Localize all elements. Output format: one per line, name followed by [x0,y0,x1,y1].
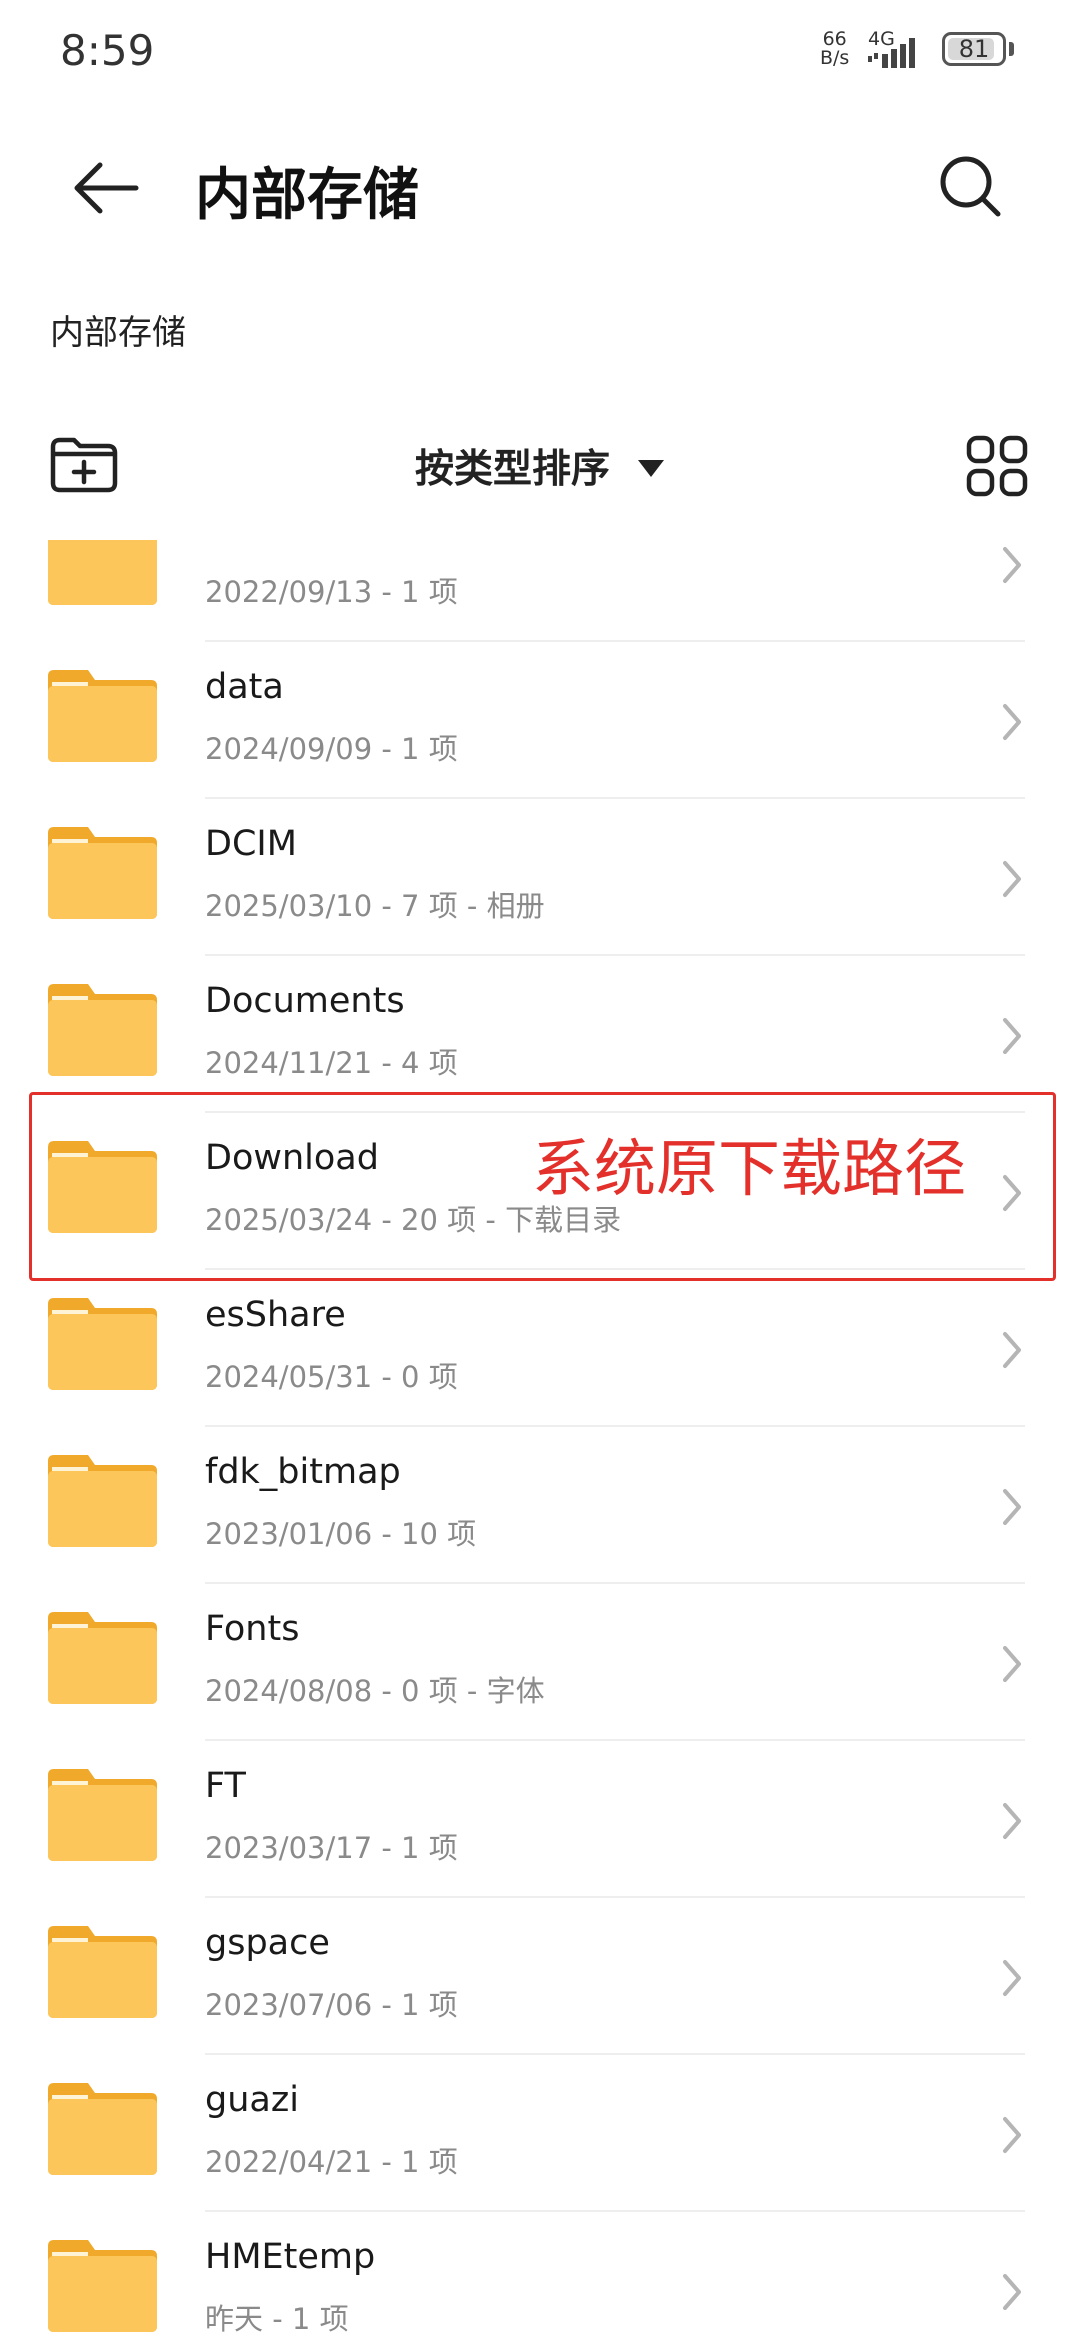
folder-item[interactable]: esShare 2024/05/31 - 0 项 [0,1270,1080,1427]
folder-name: Documents [205,981,405,1021]
status-time: 8:59 [60,26,155,75]
search-icon[interactable] [936,152,1006,222]
folder-icon [48,1612,157,1704]
network-speed: 66 B/s [820,30,849,68]
folder-icon [48,2083,157,2175]
chevron-right-icon [1000,1644,1024,1688]
folder-icon [48,1298,157,1390]
folder-item[interactable]: Fonts 2024/08/08 - 0 项 - 字体 [0,1584,1080,1741]
chevron-right-icon [1000,1801,1024,1845]
folder-meta: 2024/11/21 - 4 项 [205,1046,458,1080]
folder-meta: 2024/05/31 - 0 项 [205,1360,458,1394]
folder-meta: 2023/03/17 - 1 项 [205,1831,458,1865]
signal-icon [868,38,915,68]
folder-item[interactable]: data 2024/09/09 - 1 项 [0,642,1080,799]
annotation-label: 系统原下载路径 [532,1132,967,1205]
folder-item[interactable]: fdk_bitmap 2023/01/06 - 10 项 [0,1427,1080,1584]
sort-dropdown-icon[interactable] [638,460,664,477]
folder-meta: 2022/09/13 - 1 项 [205,575,458,609]
folder-meta: 2025/03/10 - 7 项 - 相册 [205,889,545,923]
folder-name: FT [205,1766,246,1806]
battery-icon: 81 [942,32,1006,66]
folder-meta: 2024/08/08 - 0 项 - 字体 [205,1674,545,1708]
folder-icon [48,1769,157,1861]
folder-item[interactable]: FT 2023/03/17 - 1 项 [0,1741,1080,1898]
new-folder-icon[interactable] [48,435,120,495]
page-title: 内部存储 [195,163,419,228]
back-arrow-icon[interactable] [72,158,142,218]
chevron-right-icon [1000,1487,1024,1531]
folder-icon [48,1455,157,1547]
folder-name: data [205,667,284,707]
folder-name: Fonts [205,1609,300,1649]
breadcrumb[interactable]: 内部存储 [50,305,186,354]
folder-item[interactable]: guazi 2022/04/21 - 1 项 [0,2055,1080,2212]
folder-name: gspace [205,1923,330,1963]
folder-name: fdk_bitmap [205,1452,401,1492]
folder-icon [48,2240,157,2332]
chevron-right-icon [1000,1330,1024,1374]
folder-item[interactable]: Documents 2024/11/21 - 4 项 [0,956,1080,1113]
folder-item[interactable]: DCIM 2025/03/10 - 7 项 - 相册 [0,799,1080,956]
folder-meta: 2024/09/09 - 1 项 [205,732,458,766]
chevron-right-icon [1000,545,1024,589]
grid-view-icon[interactable] [966,435,1028,497]
folder-list: 2022/09/13 - 1 项 data 2024/09/09 - 1 项 DCIM… [0,540,1080,2340]
folder-name: esShare [205,1295,346,1335]
chevron-right-icon [1000,2115,1024,2159]
folder-icon [48,1926,157,2018]
folder-icon [48,827,157,919]
battery-tip [1009,42,1014,56]
folder-item[interactable]: 2022/09/13 - 1 项 [0,540,1080,642]
chevron-right-icon [1000,1958,1024,2002]
folder-meta: 2023/07/06 - 1 项 [205,1988,458,2022]
chevron-right-icon [1000,702,1024,746]
folder-icon [48,540,157,605]
chevron-right-icon [1000,2272,1024,2316]
battery-level: 81 [958,35,990,63]
folder-icon [48,984,157,1076]
folder-item[interactable]: HMEtemp 昨天 - 1 项 [0,2212,1080,2340]
folder-item[interactable]: gspace 2023/07/06 - 1 项 [0,1898,1080,2055]
status-bar: 8:59 66 B/s 4G 81 [0,0,1080,100]
folder-meta: 2022/04/21 - 1 项 [205,2145,458,2179]
folder-meta: 昨天 - 1 项 [205,2302,349,2336]
sort-button[interactable]: 按类型排序 [415,438,610,494]
folder-name: guazi [205,2080,299,2120]
chevron-right-icon [1000,859,1024,903]
folder-name: HMEtemp [205,2237,376,2277]
network-speed-unit: B/s [820,47,850,69]
chevron-right-icon [1000,1016,1024,1060]
folder-meta: 2023/01/06 - 10 项 [205,1517,477,1551]
folder-name: DCIM [205,824,297,864]
folder-icon [48,670,157,762]
